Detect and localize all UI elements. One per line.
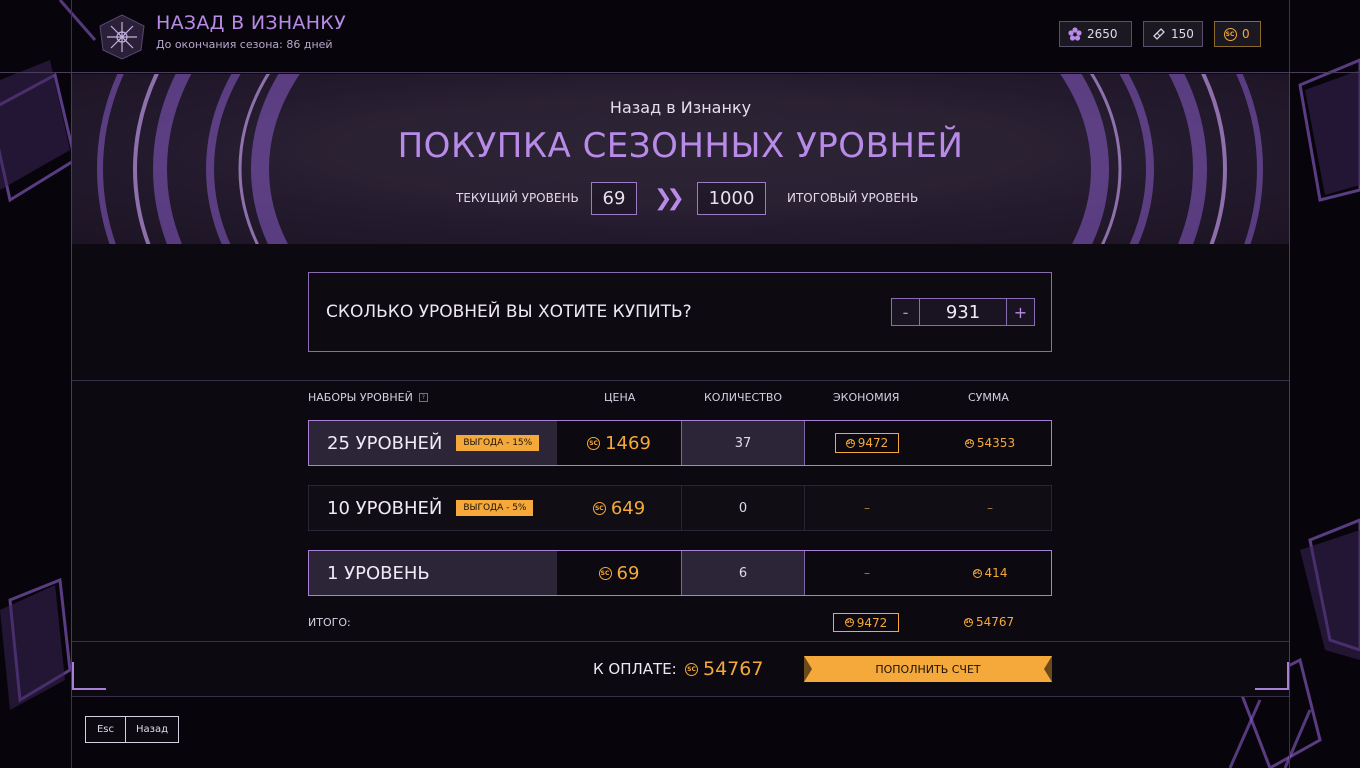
currency-tickets[interactable]: 150	[1143, 21, 1203, 47]
bundle-row-25[interactable]: 25 УРОВНЕЙ ВЫГОДА - 15% SC 1469 37 SC 94…	[308, 420, 1052, 466]
currency-coins[interactable]: SC 0	[1214, 21, 1261, 47]
currency-crystals-value: 2650	[1087, 27, 1118, 41]
payment-amount: SC 54767	[685, 658, 763, 680]
bundle-quantity: 0	[681, 486, 805, 530]
divider	[72, 641, 1289, 642]
sc-coin-icon: SC	[972, 568, 982, 578]
decrease-button[interactable]: -	[891, 298, 920, 326]
bundle-name: 10 УРОВНЕЙ	[327, 497, 443, 519]
top-up-button[interactable]: ПОПОЛНИТЬ СЧЕТ	[804, 656, 1052, 682]
total-sum: SC 54767	[964, 615, 1014, 629]
increase-button[interactable]: +	[1006, 298, 1035, 326]
bundle-sum: SC 54353	[929, 421, 1051, 465]
current-level-value: 69	[591, 182, 637, 215]
total-label: ИТОГО:	[308, 616, 351, 629]
bundle-savings: SC 9472	[805, 421, 929, 465]
column-header-sum: СУММА	[968, 391, 1009, 404]
column-header-bundles: НАБОРЫ УРОВНЕЙ ?	[308, 391, 428, 404]
season-remaining-time: До окончания сезона: 86 дней	[156, 38, 333, 51]
bundle-sum: SC 414	[929, 551, 1051, 595]
bundle-price-value: 649	[610, 497, 646, 519]
payment-label: К ОПЛАТЕ:	[593, 660, 677, 678]
sc-coin-icon: SC	[1223, 27, 1237, 41]
bundle-price: SC 649	[557, 486, 681, 530]
target-level-value: 1000	[697, 182, 766, 215]
sc-coin-icon: SC	[964, 617, 973, 627]
total-savings: SC 9472	[833, 613, 899, 632]
bundle-sum: –	[929, 486, 1051, 530]
bundle-quantity: 37	[681, 421, 805, 465]
divider	[72, 696, 1289, 697]
currency-crystals[interactable]: 2650	[1059, 21, 1132, 47]
sc-coin-icon: SC	[685, 662, 698, 676]
savings-box: SC 9472	[834, 433, 900, 453]
bundle-savings-value: 9472	[857, 436, 889, 450]
sc-coin-icon: SC	[592, 501, 606, 515]
bundle-row-1[interactable]: 1 УРОВЕНЬ SC 69 6 – SC 414	[308, 550, 1052, 596]
bundle-name-cell: 25 УРОВНЕЙ ВЫГОДА - 15%	[309, 421, 557, 465]
page-title: ПОКУПКА СЕЗОННЫХ УРОВНЕЙ	[397, 126, 964, 166]
column-header-bundles-label: НАБОРЫ УРОВНЕЙ	[308, 391, 413, 404]
discount-badge: ВЫГОДА - 5%	[456, 500, 534, 516]
ticket-icon	[1152, 27, 1166, 41]
flower-crystal-icon	[1068, 27, 1082, 41]
back-label: Назад	[135, 724, 168, 735]
discount-badge: ВЫГОДА - 15%	[456, 435, 540, 451]
sc-coin-icon: SC	[844, 618, 854, 627]
currency-tickets-value: 150	[1171, 27, 1194, 41]
target-level-label: ИТОГОВЫЙ УРОВЕНЬ	[787, 191, 919, 205]
bundle-sum-value: 54353	[976, 436, 1016, 450]
bundle-savings-value: –	[864, 566, 870, 580]
frame-corner	[1255, 662, 1289, 690]
current-level-label: ТЕКУЩИЙ УРОВЕНЬ	[456, 191, 579, 205]
bundle-name-cell: 1 УРОВЕНЬ	[309, 551, 557, 595]
season-title: НАЗАД В ИЗНАНКУ	[156, 12, 346, 34]
sc-coin-icon: SC	[964, 438, 974, 448]
bundle-sum-value: 414	[984, 566, 1008, 580]
esc-key-hint: Esc	[86, 717, 126, 742]
frame-corner	[72, 662, 106, 690]
sc-coin-icon: SC	[587, 436, 601, 450]
help-icon[interactable]: ?	[418, 393, 428, 402]
bundle-price: SC 1469	[557, 421, 681, 465]
purchase-question: СКОЛЬКО УРОВНЕЙ ВЫ ХОТИТЕ КУПИТЬ?	[326, 302, 692, 322]
bundle-name: 25 УРОВНЕЙ	[327, 432, 443, 454]
column-header-price: ЦЕНА	[604, 391, 636, 404]
bundle-price-value: 69	[616, 562, 640, 584]
column-header-savings: ЭКОНОМИЯ	[833, 391, 900, 404]
back-button[interactable]: Esc Назад	[85, 716, 179, 743]
total-sum-value: 54767	[976, 615, 1015, 629]
level-amount-input[interactable]: 931	[920, 298, 1006, 326]
season-logo-icon	[99, 14, 145, 60]
payment-amount-value: 54767	[703, 658, 764, 680]
bundle-savings-value: –	[864, 501, 870, 515]
bundle-price: SC 69	[557, 551, 681, 595]
bundle-savings: –	[805, 551, 929, 595]
bundle-price-value: 1469	[605, 432, 651, 454]
bundle-quantity: 6	[681, 551, 805, 595]
total-savings-value: 9472	[856, 615, 888, 630]
double-chevron-right-icon: ❯❯	[654, 186, 685, 211]
level-purchase-question-panel: СКОЛЬКО УРОВНЕЙ ВЫ ХОТИТЕ КУПИТЬ? - 931 …	[308, 272, 1052, 352]
bundle-name-cell: 10 УРОВНЕЙ ВЫГОДА - 5%	[309, 486, 557, 530]
bundle-savings: –	[805, 486, 929, 530]
season-banner: Назад в Изнанку ПОКУПКА СЕЗОННЫХ УРОВНЕЙ…	[72, 74, 1289, 244]
sc-coin-icon: SC	[598, 566, 612, 580]
column-header-quantity: КОЛИЧЕСТВО	[704, 391, 783, 404]
level-quantity-stepper: - 931 +	[891, 298, 1035, 326]
currency-coins-value: 0	[1242, 27, 1250, 41]
bundle-name: 1 УРОВЕНЬ	[327, 562, 430, 584]
bundle-row-10[interactable]: 10 УРОВНЕЙ ВЫГОДА - 5% SC 649 0 – –	[308, 485, 1052, 531]
sc-coin-icon: SC	[845, 438, 855, 448]
bundle-sum-value: –	[987, 501, 993, 515]
divider	[72, 380, 1289, 381]
banner-season-name: Назад в Изнанку	[609, 98, 752, 117]
